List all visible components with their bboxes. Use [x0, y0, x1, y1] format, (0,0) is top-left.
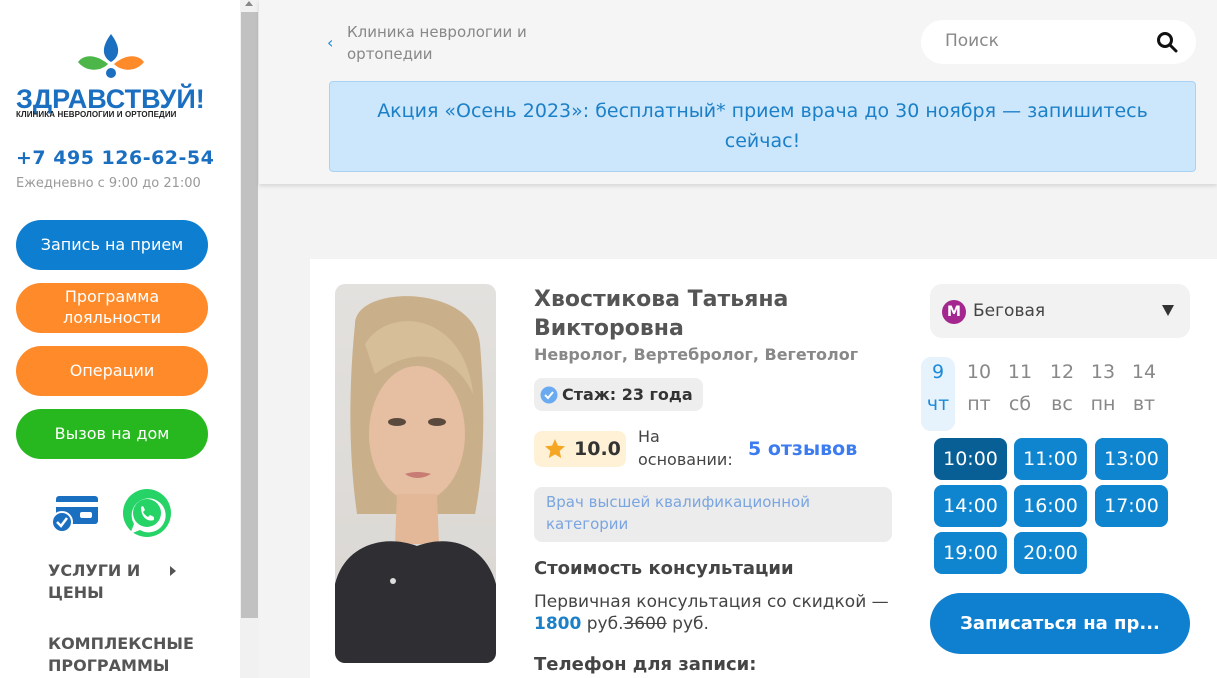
day-number: 13: [1090, 361, 1116, 383]
scroll-up-icon[interactable]: [245, 1, 253, 6]
time-slot[interactable]: 11:00: [1014, 438, 1087, 480]
day-tab-3[interactable]: 12 вс: [1045, 357, 1079, 431]
rating-badge: 10.0: [534, 431, 626, 467]
search-placeholder: Поиск: [945, 31, 999, 51]
doctor-photo: [335, 284, 496, 663]
day-tab-4[interactable]: 13 пн: [1086, 357, 1120, 431]
doctor-specialties: Невролог, Вертебролог, Вегетолог: [534, 345, 859, 364]
book-appointment-button[interactable]: Записаться на пр...: [930, 593, 1190, 654]
star-icon: [545, 439, 565, 458]
price-title: Стоимость консультации: [534, 558, 794, 579]
time-slot[interactable]: 13:00: [1095, 438, 1168, 480]
price-new: 1800: [534, 614, 582, 635]
time-slot[interactable]: 16:00: [1014, 485, 1087, 527]
phone-title: Телефон для записи:: [534, 654, 757, 675]
search-input[interactable]: Поиск: [921, 20, 1196, 64]
metro-station: Беговая: [973, 301, 1046, 321]
menu-services[interactable]: УСЛУГИ И ЦЕНЫ: [48, 560, 168, 603]
day-tab-5[interactable]: 14 вт: [1127, 357, 1161, 431]
price-unit: руб.: [581, 614, 624, 635]
home-visit-button[interactable]: Вызов на дом: [16, 409, 208, 459]
day-tab-2[interactable]: 11 сб: [1003, 357, 1037, 431]
day-weekday: пт: [967, 392, 991, 415]
day-weekday: вс: [1051, 392, 1073, 415]
qualification-badge: Врач высшей квалификационной категории: [534, 487, 892, 542]
time-slot[interactable]: 14:00: [934, 485, 1007, 527]
doctor-name[interactable]: Хвостикова Татьяна Викторовна: [534, 285, 914, 344]
day-number: 14: [1131, 361, 1157, 383]
reviews-link[interactable]: 5 отзывов: [748, 438, 857, 460]
menu-complex-programs[interactable]: КОМПЛЕКСНЫЕ ПРОГРАММЫ: [48, 633, 208, 676]
day-tab-0[interactable]: 9 чт: [921, 357, 955, 431]
time-slot[interactable]: 10:00: [934, 438, 1007, 480]
metro-select[interactable]: М Беговая: [930, 284, 1190, 338]
time-slot[interactable]: 19:00: [934, 532, 1007, 574]
price-text: Первичная консультация со скидкой — 1800…: [534, 591, 894, 635]
promo-banner[interactable]: Акция «Осень 2023»: бесплатный* прием вр…: [329, 81, 1196, 172]
day-weekday: сб: [1008, 392, 1032, 415]
day-tab-1[interactable]: 10 пт: [962, 357, 996, 431]
experience-text: Стаж: 23 года: [562, 385, 693, 404]
price-old: 3600: [623, 614, 667, 635]
breadcrumb[interactable]: Клиника неврологии и ортопедии: [347, 22, 537, 66]
day-number: 10: [966, 361, 992, 383]
loyalty-program-button[interactable]: Программа лояльности: [16, 283, 208, 333]
time-slot[interactable]: 20:00: [1014, 532, 1087, 574]
day-number: 11: [1007, 361, 1033, 383]
logo-subtitle: КЛИНИКА НЕВРОЛОГИИ И ОРТОПЕДИИ: [16, 110, 177, 119]
day-weekday: пн: [1090, 392, 1116, 415]
contact-icons: [50, 488, 180, 544]
chevron-left-icon[interactable]: ‹: [327, 33, 333, 52]
dropdown-arrow-icon[interactable]: [1162, 305, 1174, 316]
verified-badge-icon: [540, 386, 558, 403]
experience-badge: Стаж: 23 года: [534, 378, 703, 411]
clinic-phone[interactable]: +7 495 126-62-54: [16, 147, 214, 169]
whatsapp-icon[interactable]: [123, 489, 171, 537]
metro-icon: М: [942, 300, 966, 324]
clinic-logo[interactable]: ЗДРАВСТВУЙ! КЛИНИКА НЕВРОЛОГИИ И ОРТОПЕД…: [16, 32, 212, 122]
working-hours: Ежедневно с 9:00 до 21:00: [16, 176, 201, 191]
day-weekday: чт: [926, 392, 950, 415]
time-slot[interactable]: 17:00: [1095, 485, 1168, 527]
day-number: 12: [1049, 361, 1075, 383]
appointment-button[interactable]: Запись на прием: [16, 220, 208, 270]
rating-value: 10.0: [574, 438, 621, 460]
day-weekday: вт: [1132, 392, 1156, 415]
sidebar: ЗДРАВСТВУЙ! КЛИНИКА НЕВРОЛОГИИ И ОРТОПЕД…: [0, 0, 240, 678]
price-prefix: Первичная консультация со скидкой —: [534, 592, 889, 612]
logo-flower-icon: [78, 34, 144, 78]
rating-based-label: На основании:: [638, 427, 733, 470]
chevron-right-icon[interactable]: [170, 566, 176, 576]
search-icon[interactable]: [1156, 31, 1178, 53]
price-unit-old: руб.: [666, 614, 709, 635]
payment-card-icon[interactable]: [51, 496, 98, 533]
day-number: 9: [931, 361, 945, 383]
scrollbar-thumb[interactable]: [241, 12, 258, 618]
operations-button[interactable]: Операции: [16, 346, 208, 396]
